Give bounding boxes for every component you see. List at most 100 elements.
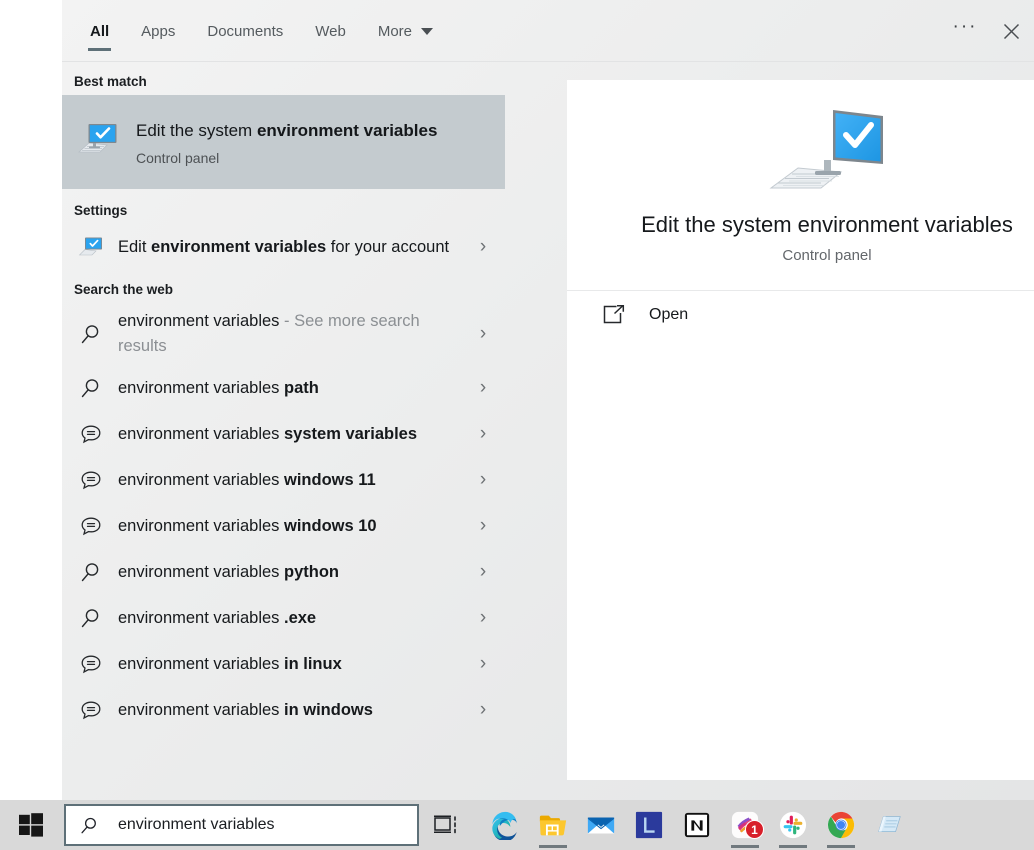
web-result-bold: python [284,563,339,581]
web-result-row[interactable]: environment variables windows 11 › [62,457,505,503]
task-view-button[interactable] [419,800,473,850]
best-match-title-prefix: Edit the system [136,121,257,140]
best-match-title: Edit the system environment variables [136,118,437,143]
web-result-row[interactable]: environment variables system variables › [62,411,505,457]
web-result-bold: windows 10 [284,517,377,535]
web-result-row[interactable]: environment variables python › [62,549,505,595]
bubble-icon [74,693,108,727]
web-result-row[interactable]: environment variables in linux › [62,641,505,687]
preview-title: Edit the system environment variables [591,212,1034,238]
active-indicator [539,845,567,848]
web-result-row[interactable]: environment variables path › [62,365,505,411]
tab-list: All Apps Documents Web More [74,0,449,62]
preview-subtitle: Control panel [591,247,1034,264]
chevron-down-icon [421,28,433,35]
web-result-text: environment variables .exe [118,606,469,631]
web-result-row[interactable]: environment variables in windows › [62,687,505,733]
web-result-bold: path [284,379,319,397]
tab-more-label: More [378,23,412,40]
tab-web-label: Web [315,23,346,40]
best-match-result[interactable]: Edit the system environment variables Co… [62,95,505,189]
best-match-text: Edit the system environment variables Co… [136,118,437,166]
active-indicator [731,845,759,848]
notion-icon [683,811,711,839]
web-result-prefix: environment variables [118,379,284,397]
taskbar-app-file-explorer[interactable] [529,800,577,850]
web-result-row[interactable]: environment variables - See more search … [62,303,505,365]
start-button[interactable] [0,800,62,850]
taskbar-app-notion[interactable] [673,800,721,850]
web-result-prefix: environment variables [118,312,279,330]
search-icon [74,317,108,351]
l-app-icon [635,811,663,839]
web-result-text: environment variables windows 11 [118,468,469,493]
settings-result-suffix: for your account [326,238,449,256]
taskbar-app-mail[interactable] [577,800,625,850]
web-result-text: environment variables in linux [118,652,469,677]
taskbar: environment variables [0,800,1034,850]
monitor-check-icon [76,119,122,165]
web-result-text: environment variables system variables [118,422,469,447]
web-result-prefix: environment variables [118,563,284,581]
chevron-right-icon[interactable]: › [469,423,497,445]
web-result-bold: in windows [284,701,373,719]
chevron-right-icon[interactable]: › [469,323,497,345]
web-result-text: environment variables - See more search … [118,309,469,359]
best-match-subtitle: Control panel [136,150,437,166]
notepad-icon [874,810,904,840]
chevron-right-icon[interactable]: › [469,607,497,629]
taskbar-app-figma[interactable]: 1 [721,800,769,850]
web-result-prefix: environment variables [118,517,284,535]
chevron-right-icon[interactable]: › [469,515,497,537]
settings-result-text: Edit environment variables for your acco… [118,235,469,260]
web-result-text: environment variables path [118,376,469,401]
web-result-row[interactable]: environment variables windows 10 › [62,503,505,549]
open-action-row[interactable]: Open [567,291,1034,339]
taskbar-app-slack[interactable] [769,800,817,850]
web-result-bold: system variables [284,425,417,443]
windows-logo-icon [19,813,43,837]
taskbar-app-lastpass[interactable] [625,800,673,850]
settings-result-bold: environment variables [151,238,326,256]
taskbar-search-box[interactable]: environment variables [64,804,419,846]
search-tab-bar: All Apps Documents Web More ··· [62,0,1034,62]
web-result-prefix: environment variables [118,425,284,443]
preview-panel: Edit the system environment variables Co… [567,80,1034,780]
chevron-right-icon[interactable]: › [469,653,497,675]
web-result-prefix: environment variables [118,609,284,627]
web-result-row[interactable]: environment variables .exe › [62,595,505,641]
chevron-right-icon[interactable]: › [469,377,497,399]
settings-header: Settings [62,189,505,224]
close-icon [1003,23,1020,40]
tab-more[interactable]: More [362,0,449,62]
settings-result-row[interactable]: Edit environment variables for your acco… [62,224,505,270]
chevron-right-icon[interactable]: › [469,699,497,721]
monitor-check-large-icon [591,102,1034,194]
taskbar-app-google-chrome[interactable] [817,800,865,850]
settings-result-prefix: Edit [118,238,151,256]
web-result-prefix: environment variables [118,655,284,673]
tab-web[interactable]: Web [299,0,362,62]
chevron-right-icon[interactable]: › [469,561,497,583]
tab-documents[interactable]: Documents [191,0,299,62]
tab-apps[interactable]: Apps [125,0,191,62]
bubble-icon [74,509,108,543]
more-options-button[interactable]: ··· [942,8,988,54]
chevron-right-icon[interactable]: › [469,236,497,258]
search-flyout: All Apps Documents Web More ··· [62,0,1034,800]
preview-header: Edit the system environment variables Co… [567,80,1034,290]
taskbar-app-notepad[interactable] [865,800,913,850]
taskbar-search-input[interactable]: environment variables [118,816,275,834]
chevron-right-icon[interactable]: › [469,469,497,491]
open-action-label: Open [649,306,688,324]
close-button[interactable] [988,8,1034,54]
tab-all[interactable]: All [74,0,125,62]
ellipsis-icon: ··· [953,23,978,31]
bubble-icon [74,647,108,681]
results-list[interactable]: Best match [62,62,505,800]
windows-search-screen: All Apps Documents Web More ··· [0,0,1034,850]
chrome-icon [826,810,856,840]
taskbar-app-microsoft-edge[interactable] [481,800,529,850]
web-result-bold: in linux [284,655,342,673]
best-match-title-bold: environment variables [257,121,437,140]
